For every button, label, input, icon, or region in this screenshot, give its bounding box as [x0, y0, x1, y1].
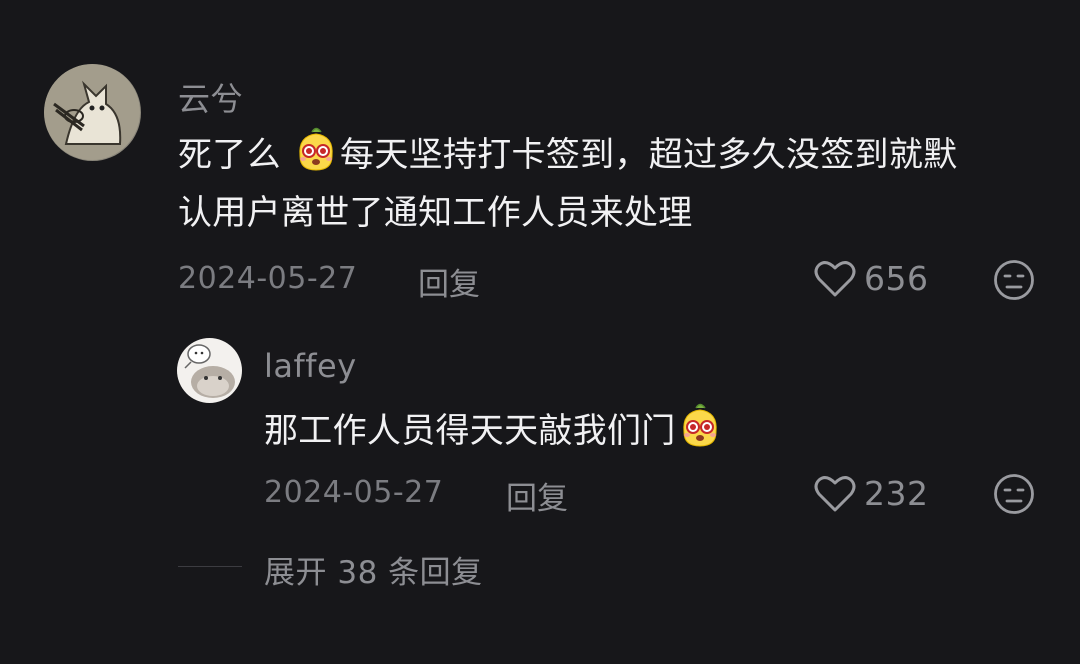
comment-text-part1: 死了么 — [178, 135, 293, 175]
comment-text-part2: 每天坚持打卡签到，超过多久没签到就默 — [340, 135, 958, 175]
comment-date: 2024-05-27 — [178, 261, 358, 296]
reply-text: 那工作人员得天天敲我们门 — [264, 402, 724, 460]
cat-avatar-icon — [44, 64, 141, 161]
cat-avatar-icon — [177, 338, 242, 403]
avatar[interactable] — [44, 64, 141, 161]
yellow-face-emoji-icon — [678, 402, 722, 448]
reply-button[interactable]: 回复 — [506, 473, 568, 518]
dislike-button[interactable] — [993, 259, 1035, 301]
reply-avatar[interactable] — [177, 338, 242, 403]
expand-replies-button[interactable]: 展开 38 条回复 — [264, 547, 483, 592]
dislike-face-icon — [994, 474, 1034, 514]
like-button[interactable]: 232 — [814, 474, 929, 513]
comment-username[interactable]: 云兮 — [178, 74, 243, 120]
reply-date: 2024-05-27 — [264, 475, 444, 510]
divider — [178, 566, 242, 567]
reply-username[interactable]: laffey — [264, 347, 357, 385]
comment-text: 死了么 每天坚持打卡签到，超过多久没签到就默 认用户离世了通知工作人员来处理 — [178, 126, 957, 242]
comment-text-line2: 认用户离世了通知工作人员来处理 — [178, 193, 693, 233]
like-count: 656 — [864, 259, 929, 298]
dislike-face-icon — [994, 260, 1034, 300]
like-button[interactable]: 656 — [814, 259, 929, 298]
reply-button[interactable]: 回复 — [418, 259, 480, 304]
like-count: 232 — [864, 474, 929, 513]
yellow-face-emoji-icon — [294, 126, 338, 172]
reply-text-content: 那工作人员得天天敲我们门 — [264, 411, 676, 451]
heart-icon — [814, 260, 856, 296]
heart-icon — [814, 475, 856, 511]
dislike-button[interactable] — [993, 473, 1035, 515]
